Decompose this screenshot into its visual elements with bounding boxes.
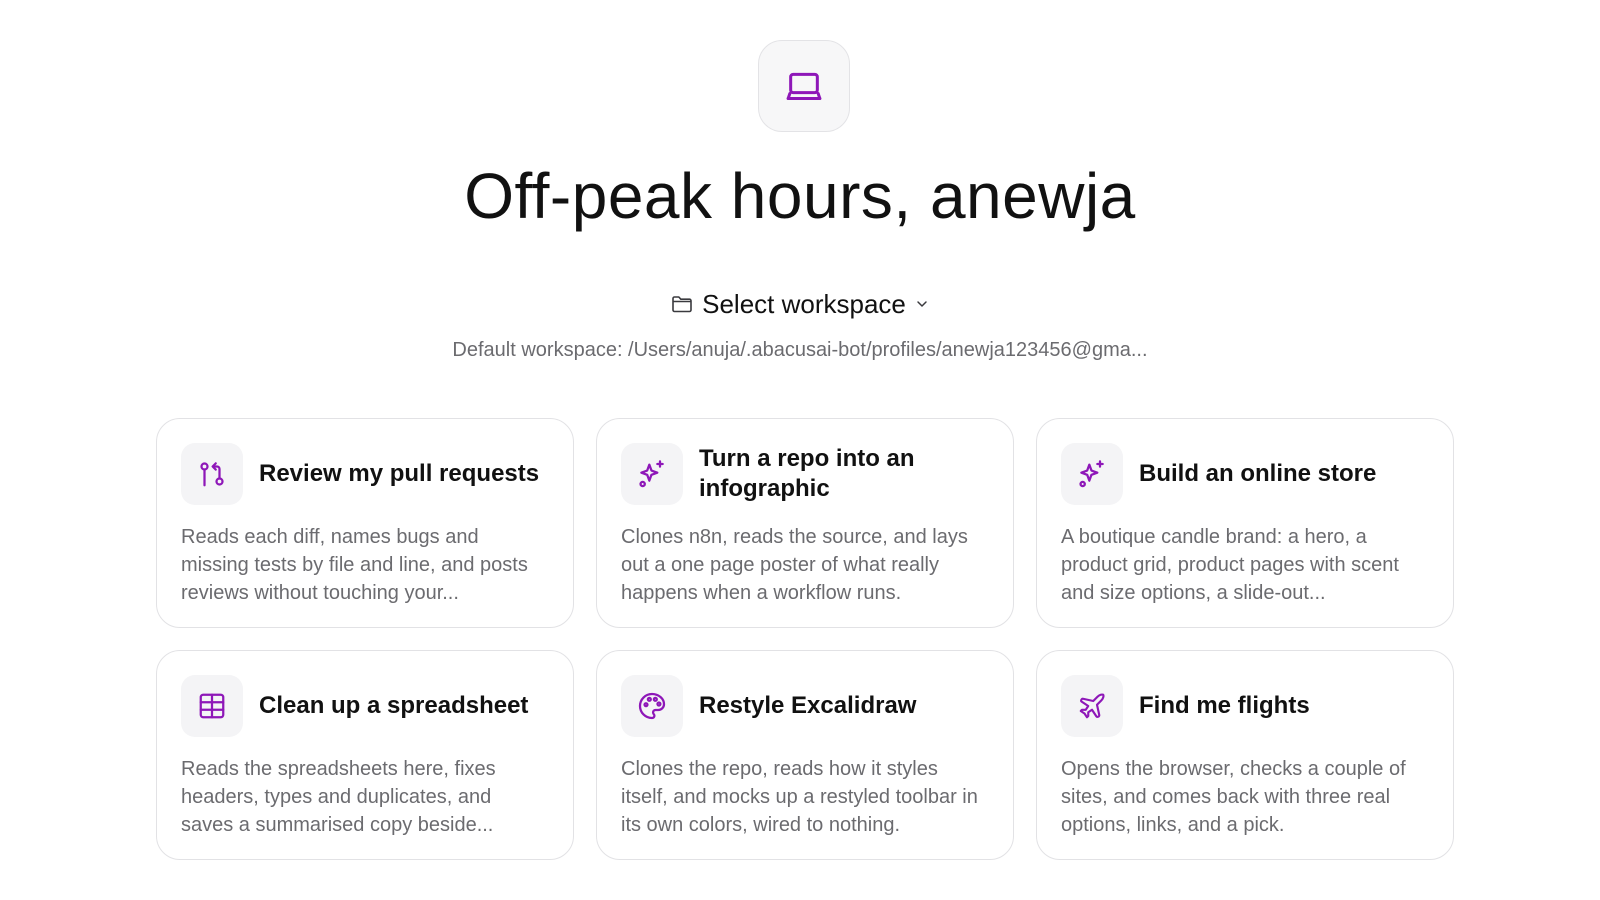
suggestion-card-find-flights[interactable]: Find me flights Opens the browser, check…	[1036, 650, 1454, 860]
card-icon-container	[621, 443, 683, 505]
greeting-title: Off-peak hours, anewja	[464, 160, 1136, 232]
suggestion-card-review-pull-requests[interactable]: Review my pull requests Reads each diff,…	[156, 418, 574, 628]
suggestion-card-repo-infographic[interactable]: Turn a repo into an infographic Clones n…	[596, 418, 1014, 628]
palette-icon	[638, 692, 666, 720]
laptop-icon	[786, 72, 822, 100]
card-description: Reads each diff, names bugs and missing …	[181, 526, 528, 604]
chevron-down-icon	[917, 301, 927, 307]
card-title: Clean up a spreadsheet	[259, 692, 529, 719]
app-icon-container	[758, 40, 850, 132]
card-description: A boutique candle brand: a hero, a produ…	[1061, 526, 1399, 604]
suggestion-card-restyle-excalidraw[interactable]: Restyle Excalidraw Clones the repo, read…	[596, 650, 1014, 860]
card-description: Reads the spreadsheets here, fixes heade…	[181, 758, 496, 836]
card-description: Opens the browser, checks a couple of si…	[1061, 758, 1406, 836]
card-icon-container	[1061, 443, 1123, 505]
card-title: Review my pull requests	[259, 460, 540, 487]
card-title: Turn a repo into an infographic	[699, 445, 915, 502]
card-icon-container	[621, 675, 683, 737]
default-workspace-path: Default workspace: /Users/anuja/.abacusa…	[452, 339, 1148, 361]
folder-icon	[672, 296, 692, 313]
suggestion-card-clean-spreadsheet[interactable]: Clean up a spreadsheet Reads the spreads…	[156, 650, 574, 860]
plane-icon	[1079, 693, 1105, 719]
sparkles-icon	[1079, 460, 1104, 488]
card-description: Clones n8n, reads the source, and lays o…	[621, 526, 968, 604]
workspace-select-label: Select workspace	[702, 288, 906, 319]
card-description: Clones the repo, reads how it styles its…	[621, 758, 978, 836]
suggestion-cards-grid: Review my pull requests Reads each diff,…	[156, 418, 1456, 860]
git-pull-request-icon	[200, 462, 224, 487]
workspace-select-button[interactable]: Select workspace	[0, 286, 1600, 322]
card-title: Build an online store	[1139, 460, 1377, 487]
sparkles-icon	[639, 460, 664, 488]
card-icon-container	[1061, 675, 1123, 737]
table-icon	[199, 693, 225, 719]
card-icon-container	[181, 675, 243, 737]
card-icon-container	[181, 443, 243, 505]
card-title: Find me flights	[1139, 692, 1310, 719]
card-title: Restyle Excalidraw	[699, 692, 917, 719]
suggestion-card-online-store[interactable]: Build an online store A boutique candle …	[1036, 418, 1454, 628]
